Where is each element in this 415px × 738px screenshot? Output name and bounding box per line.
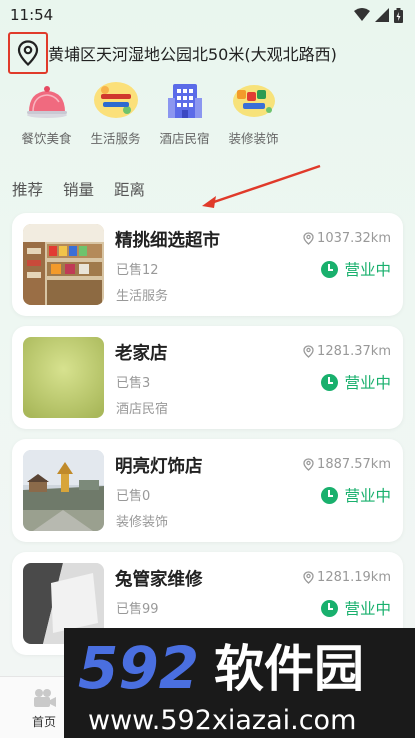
clock-icon <box>321 599 339 617</box>
shop-thumbnail <box>23 337 104 418</box>
svg-text:www.592xiazai.com: www.592xiazai.com <box>88 705 356 736</box>
open-status: 营业中 <box>321 597 391 619</box>
distance: 1281.37km <box>303 344 391 359</box>
distance: 1281.19km <box>303 570 391 585</box>
clock-icon <box>321 486 339 504</box>
shop-category: 生活服务 <box>116 289 169 304</box>
tab-recommend[interactable]: 推荐 <box>12 178 43 200</box>
shop-card[interactable]: 明亮灯饰店 已售0 装修装饰 1887.57km 营业中 <box>12 439 403 542</box>
distance-value: 1037.32km <box>317 231 391 246</box>
status-time: 11:54 <box>10 6 54 24</box>
svg-text:592: 592 <box>78 634 199 702</box>
status-label: 营业中 <box>344 374 391 392</box>
location-pin-button[interactable] <box>8 32 48 74</box>
shop-card[interactable]: 老家店 已售3 酒店民宿 1281.37km 营业中 <box>12 326 403 429</box>
location-pin-icon <box>303 571 314 584</box>
distance: 1887.57km <box>303 457 391 472</box>
location-text[interactable]: 黄埔区天河湿地公园北50米(大观北路西) <box>48 41 337 65</box>
distance: 1037.32km <box>303 231 391 246</box>
open-status: 营业中 <box>321 371 391 393</box>
home-video-icon <box>34 689 56 707</box>
shop-category: 装修装饰 <box>116 515 169 530</box>
location-pin-icon <box>17 40 39 66</box>
category-label: 装修装饰 <box>228 131 279 146</box>
life-service-icon <box>92 80 140 120</box>
nav-home[interactable]: 首页 <box>22 687 66 730</box>
status-label: 营业中 <box>344 600 391 618</box>
nav-home-label: 首页 <box>31 715 56 729</box>
category-label: 酒店民宿 <box>159 131 210 146</box>
wifi-icon <box>354 8 370 21</box>
clock-icon <box>321 260 339 278</box>
sold-count: 已售12 <box>116 263 159 278</box>
signal-icon <box>375 8 389 22</box>
distance-value: 1281.19km <box>317 570 391 585</box>
shop-thumbnail <box>23 450 104 531</box>
watermark: 592 软件园 www.592xiazai.com <box>64 628 415 738</box>
sold-count: 已售99 <box>116 602 159 617</box>
category-grid: 餐饮美食 生活服务 酒店民宿 装修装饰 <box>12 80 392 150</box>
watermark-logo: 592 软件园 www.592xiazai.com <box>78 634 364 736</box>
status-label: 营业中 <box>344 487 391 505</box>
tab-distance[interactable]: 距离 <box>114 178 145 200</box>
sort-tabs: 推荐 销量 距离 <box>12 178 145 200</box>
tab-sales[interactable]: 销量 <box>63 178 94 200</box>
distance-value: 1281.37km <box>317 344 391 359</box>
svg-text:软件园: 软件园 <box>214 640 364 698</box>
location-pin-icon <box>303 345 314 358</box>
shop-category: 酒店民宿 <box>116 402 169 417</box>
category-label: 生活服务 <box>90 131 141 146</box>
status-icons <box>354 7 403 23</box>
location-bar[interactable]: 黄埔区天河湿地公园北50米(大观北路西) <box>8 32 408 74</box>
shop-thumbnail <box>23 224 104 305</box>
shop-name: 老家店 <box>115 344 168 364</box>
clock-icon <box>321 373 339 391</box>
open-status: 营业中 <box>321 484 391 506</box>
distance-value: 1887.57km <box>317 457 391 472</box>
category-decoration[interactable]: 装修装饰 <box>219 80 288 150</box>
sold-count: 已售3 <box>116 376 151 391</box>
hotel-icon <box>161 80 209 120</box>
annotation-arrow <box>202 164 321 208</box>
shop-name: 明亮灯饰店 <box>115 457 203 477</box>
status-label: 营业中 <box>344 261 391 279</box>
open-status: 营业中 <box>321 258 391 280</box>
shop-name: 兔管家维修 <box>115 570 203 590</box>
shop-card[interactable]: 精挑细选超市 已售12 生活服务 1037.32km 营业中 <box>12 213 403 316</box>
location-pin-icon <box>303 232 314 245</box>
battery-icon <box>394 7 403 23</box>
location-pin-icon <box>303 458 314 471</box>
cloche-icon <box>23 80 71 120</box>
category-dining[interactable]: 餐饮美食 <box>12 80 81 150</box>
category-life-service[interactable]: 生活服务 <box>81 80 150 150</box>
category-hotel[interactable]: 酒店民宿 <box>150 80 219 150</box>
shop-name: 精挑细选超市 <box>115 231 220 251</box>
decoration-icon <box>230 80 278 120</box>
status-bar: 11:54 <box>0 0 415 30</box>
sold-count: 已售0 <box>116 489 151 504</box>
category-label: 餐饮美食 <box>21 131 72 146</box>
